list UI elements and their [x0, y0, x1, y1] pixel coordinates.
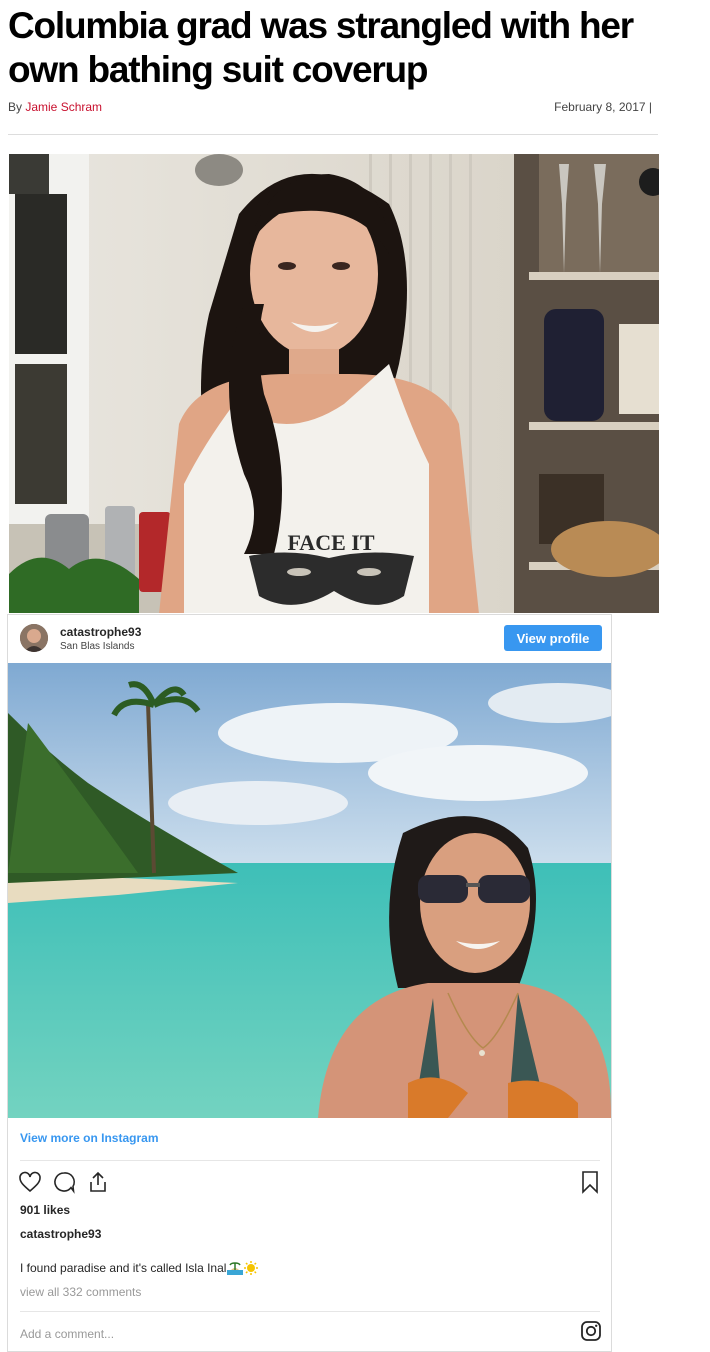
- action-bar: [18, 1170, 600, 1196]
- byline-row: By Jamie Schram February 8, 2017 |: [8, 100, 660, 120]
- caption: I found paradise and it's called Isla In…: [20, 1261, 259, 1278]
- share-icon[interactable]: [86, 1170, 110, 1194]
- avatar[interactable]: [20, 624, 48, 652]
- view-profile-button[interactable]: View profile: [504, 625, 602, 651]
- divider: [8, 134, 658, 135]
- island-emoji-icon: [227, 1261, 244, 1278]
- instagram-header: catastrophe93 San Blas Islands View prof…: [8, 615, 611, 663]
- instagram-icon[interactable]: [580, 1320, 602, 1342]
- instagram-photo-beach[interactable]: [8, 663, 611, 1118]
- instagram-username[interactable]: catastrophe93: [60, 625, 141, 639]
- instagram-location[interactable]: San Blas Islands: [60, 641, 135, 652]
- heart-icon[interactable]: [18, 1170, 42, 1194]
- divider: [20, 1311, 600, 1312]
- publish-date: February 8, 2017 |: [554, 100, 652, 114]
- byline-prefix: By: [8, 100, 26, 114]
- byline: By Jamie Schram: [8, 100, 102, 114]
- bookmark-icon[interactable]: [578, 1170, 602, 1194]
- sun-emoji-icon: [244, 1261, 259, 1278]
- view-more-link[interactable]: View more on Instagram: [20, 1131, 159, 1145]
- instagram-embed: catastrophe93 San Blas Islands View prof…: [7, 614, 612, 1352]
- view-comments-link[interactable]: view all 332 comments: [20, 1285, 141, 1299]
- caption-username[interactable]: catastrophe93: [20, 1227, 101, 1241]
- author-link[interactable]: Jamie Schram: [25, 100, 102, 114]
- caption-text: I found paradise and it's called Isla In…: [20, 1261, 227, 1275]
- article-photo-kitchen: FACE IT: [9, 154, 659, 613]
- comment-input[interactable]: [20, 1325, 540, 1343]
- divider: [20, 1160, 600, 1161]
- shirt-print-text: FACE IT: [288, 530, 375, 555]
- article-headline: Columbia grad was strangled with her own…: [8, 5, 634, 90]
- comment-icon[interactable]: [52, 1170, 76, 1194]
- like-count[interactable]: 901 likes: [20, 1203, 70, 1217]
